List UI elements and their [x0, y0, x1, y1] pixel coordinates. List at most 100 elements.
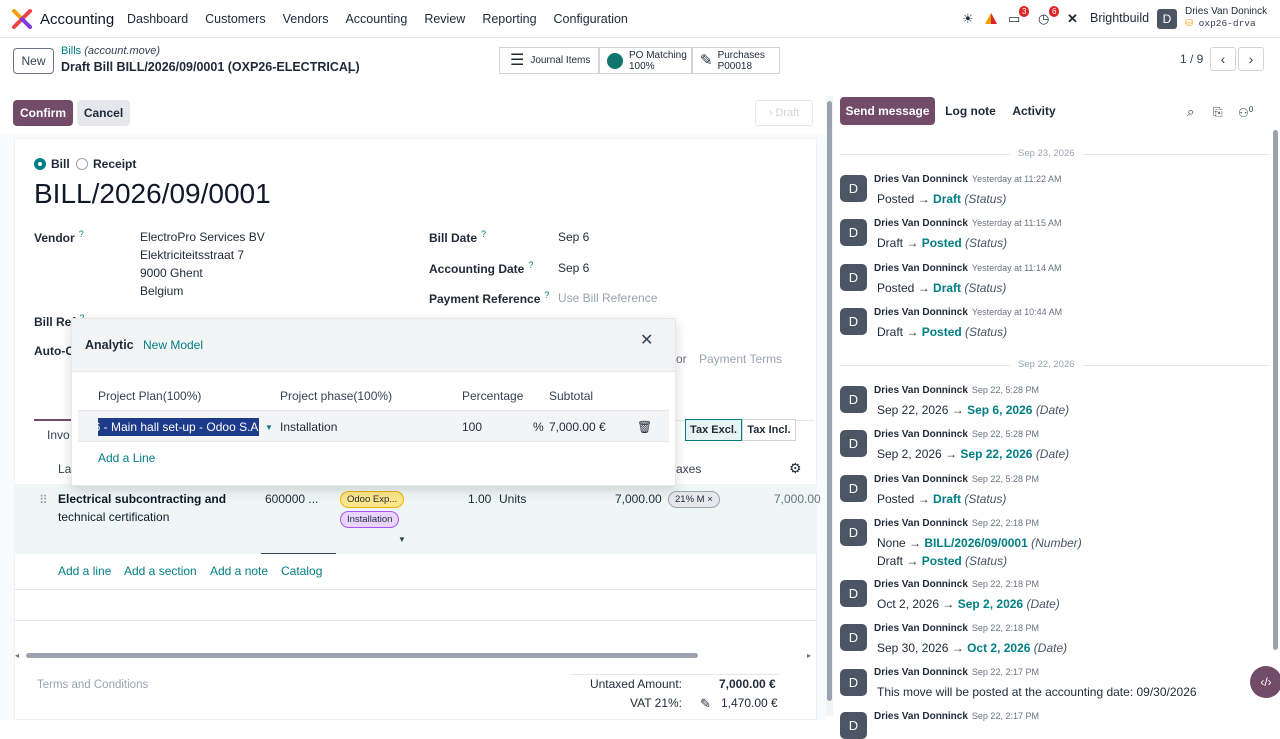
breadcrumb-model: (account.move): [84, 45, 161, 57]
menu-review[interactable]: Review: [424, 12, 465, 26]
cancel-button[interactable]: Cancel: [77, 100, 130, 126]
chevron-down-icon[interactable]: ▼: [398, 531, 406, 549]
log-note-button[interactable]: Log note: [939, 97, 1002, 125]
help-icon[interactable]: ?: [528, 260, 533, 270]
avatar[interactable]: D: [840, 219, 867, 246]
close-icon[interactable]: ✕: [640, 330, 653, 350]
breadcrumb-bills[interactable]: Bills: [61, 45, 81, 57]
avatar[interactable]: D: [840, 519, 867, 546]
new-button[interactable]: New: [13, 48, 54, 74]
analytic-tag[interactable]: Installation: [340, 511, 400, 528]
scroll-right-icon[interactable]: ▸: [807, 647, 811, 665]
pager-value[interactable]: 1 / 9: [1180, 52, 1203, 66]
journal-items-button[interactable]: ☰ Journal Items: [499, 47, 599, 74]
followers-icon[interactable]: ⚇0: [1238, 101, 1253, 122]
avatar[interactable]: D: [840, 386, 867, 413]
help-icon[interactable]: ?: [481, 229, 486, 239]
scroll-left-icon[interactable]: ◂: [15, 647, 19, 665]
type-receipt-label[interactable]: Receipt: [93, 157, 136, 171]
vendor-field[interactable]: ElectroPro Services BV Elektriciteitsstra…: [140, 228, 265, 300]
line-description[interactable]: Electrical subcontracting and technical c…: [58, 490, 226, 526]
percentage-input[interactable]: 100: [462, 420, 482, 434]
company-switcher[interactable]: Brightbuild: [1090, 11, 1149, 25]
chatter-scrollbar[interactable]: [1273, 130, 1278, 650]
avatar[interactable]: D: [840, 175, 867, 202]
warning-icon[interactable]: [984, 12, 998, 25]
project-phase-input[interactable]: Installation: [280, 420, 337, 434]
avatar[interactable]: D: [840, 264, 867, 291]
menu-vendors[interactable]: Vendors: [283, 12, 329, 26]
menu-reporting[interactable]: Reporting: [482, 12, 536, 26]
tax-included-toggle[interactable]: Tax Incl.: [742, 419, 796, 441]
tab-invoice-lines[interactable]: Invo: [47, 426, 70, 444]
trash-icon[interactable]: 🗑: [637, 420, 652, 434]
line-account[interactable]: 600000 ...: [265, 490, 318, 508]
column-taxes-header[interactable]: axes: [676, 460, 701, 478]
tools-icon[interactable]: ✕: [1067, 11, 1078, 27]
po-matching-button[interactable]: PO Matching 100%: [599, 47, 692, 74]
line-price[interactable]: 7,000.00: [615, 490, 662, 508]
menu-configuration[interactable]: Configuration: [554, 12, 628, 26]
menu-dashboard[interactable]: Dashboard: [127, 12, 188, 26]
vat-value: 1,470.00 €: [721, 696, 778, 710]
vat-label: VAT 21%:: [629, 696, 682, 710]
actions-kebab-icon[interactable]: ⋮: [343, 60, 356, 76]
type-bill-radio[interactable]: [34, 158, 46, 170]
user-menu[interactable]: Dries Van Doninck ⛁ oxp26-drva: [1185, 6, 1267, 30]
terms-conditions-input[interactable]: Terms and Conditions: [37, 679, 148, 691]
menu-accounting[interactable]: Accounting: [345, 12, 407, 26]
line-quantity[interactable]: 1.00: [468, 490, 491, 508]
code-toggle-icon[interactable]: ‹/›: [1250, 666, 1280, 698]
avatar[interactable]: D: [840, 475, 867, 502]
confirm-button[interactable]: Confirm: [13, 100, 73, 126]
help-icon[interactable]: ?: [79, 229, 84, 239]
tax-tag[interactable]: 21% M ×: [668, 491, 720, 508]
clock-icon[interactable]: ◷: [1038, 11, 1049, 27]
project-plan-input[interactable]: 26 - Main hall set-up - Odoo S.A.: [98, 418, 259, 436]
column-label-header[interactable]: La: [58, 460, 71, 478]
bug-icon[interactable]: ☀: [962, 11, 974, 27]
tax-excluded-toggle[interactable]: Tax Excl.: [685, 419, 742, 441]
payment-terms-input[interactable]: Payment Terms: [699, 350, 782, 368]
activity-button[interactable]: Activity: [1006, 97, 1062, 125]
add-note-link[interactable]: Add a note: [210, 564, 268, 578]
menu-customers[interactable]: Customers: [205, 12, 265, 26]
search-icon[interactable]: ⌕: [1187, 103, 1194, 121]
add-analytic-line-link[interactable]: Add a Line: [98, 451, 155, 465]
avatar[interactable]: D: [840, 669, 867, 696]
accounting-app-icon[interactable]: [12, 9, 32, 29]
pager-previous-icon[interactable]: ‹: [1210, 47, 1236, 71]
horizontal-scrollbar[interactable]: [26, 653, 698, 658]
optional-columns-icon[interactable]: ⚙: [789, 459, 802, 477]
add-section-link[interactable]: Add a section: [124, 564, 197, 578]
send-message-button[interactable]: Send message: [840, 97, 935, 125]
avatar[interactable]: D: [840, 580, 867, 607]
accounting-date-field[interactable]: Sep 6: [558, 259, 589, 277]
remove-tag-icon[interactable]: ×: [707, 494, 713, 505]
line-uom[interactable]: Units: [499, 490, 526, 508]
catalog-link[interactable]: Catalog: [281, 564, 322, 578]
chevron-down-icon[interactable]: ▼: [265, 423, 273, 432]
edit-pencil-icon[interactable]: ✎: [700, 695, 711, 713]
app-name[interactable]: Accounting: [40, 11, 114, 28]
avatar[interactable]: D: [840, 430, 867, 457]
avatar[interactable]: D: [840, 308, 867, 335]
help-icon[interactable]: ?: [544, 290, 549, 300]
bill-date-field[interactable]: Sep 6: [558, 228, 589, 246]
analytic-tag[interactable]: Odoo Exp...: [340, 491, 405, 508]
type-receipt-radio[interactable]: [76, 158, 88, 170]
purchases-button[interactable]: ✎ Purchases P00018: [692, 47, 780, 74]
paperclip-icon[interactable]: ⎘: [1213, 103, 1223, 121]
avatar[interactable]: D: [840, 712, 867, 739]
user-avatar[interactable]: D: [1157, 9, 1177, 29]
vertical-scrollbar[interactable]: [826, 96, 833, 716]
new-model-link[interactable]: New Model: [143, 338, 203, 352]
add-line-link[interactable]: Add a line: [58, 564, 111, 578]
avatar[interactable]: D: [840, 624, 867, 651]
payment-reference-input[interactable]: Use Bill Reference: [558, 289, 657, 307]
message-author: Dries Van Donninck Yesterday at 11:22 AM: [874, 174, 1062, 185]
pager-next-icon[interactable]: ›: [1238, 47, 1264, 71]
type-bill-label[interactable]: Bill: [51, 157, 70, 171]
drag-handle-icon[interactable]: ⠿: [39, 491, 48, 509]
list-icon: ☰: [510, 52, 525, 69]
